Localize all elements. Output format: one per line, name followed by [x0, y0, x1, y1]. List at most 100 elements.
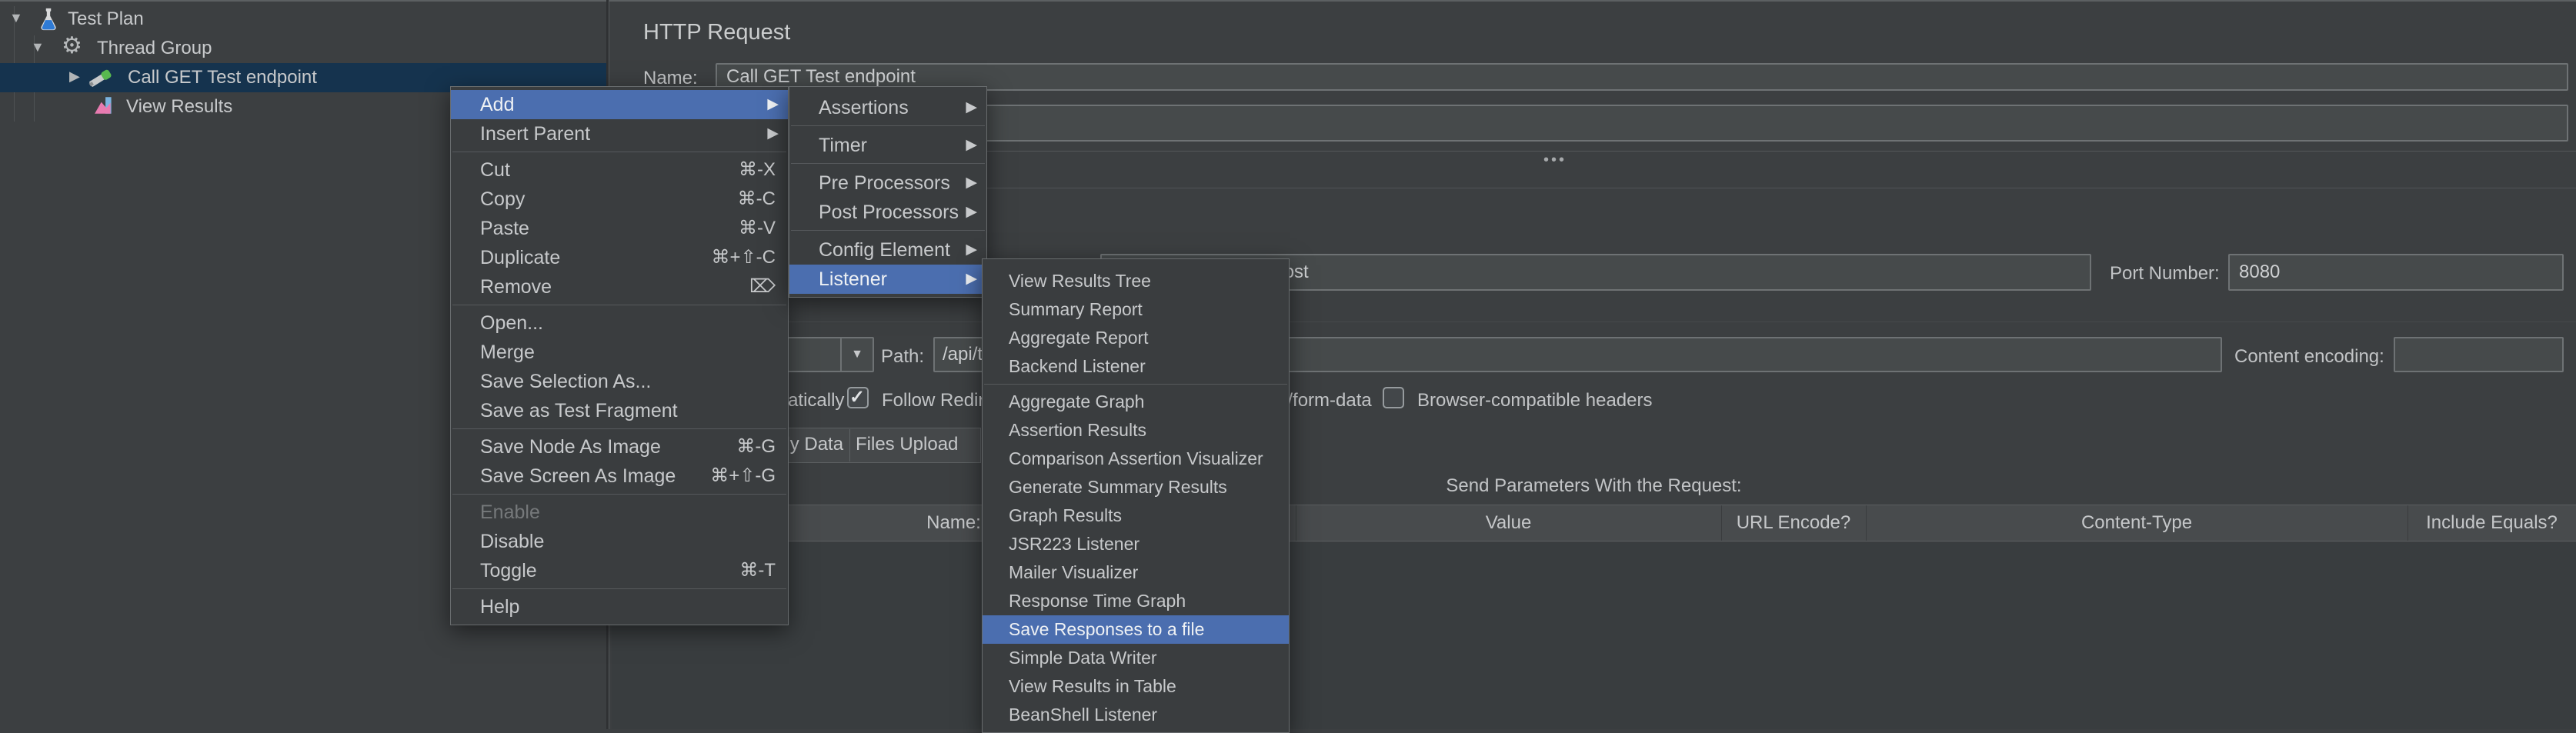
column-header-include-equals[interactable]: Include Equals?	[2407, 505, 2576, 541]
port-number-value: 8080	[2239, 262, 2280, 283]
menu-item-save-screen-as-image[interactable]: Save Screen As Image ⌘+⇧-G	[451, 461, 788, 491]
menu-item-toggle[interactable]: Toggle ⌘-T	[451, 556, 788, 585]
menu-item-aggregate-graph[interactable]: Aggregate Graph	[983, 388, 1289, 416]
column-header-content-type[interactable]: Content-Type	[1866, 505, 2407, 541]
tree-node-label: Thread Group	[97, 38, 212, 59]
menu-item-jsr223-listener[interactable]: JSR223 Listener	[983, 530, 1289, 558]
collapse-arrow-icon[interactable]: ▶	[69, 68, 80, 85]
menu-item-disable[interactable]: Disable	[451, 527, 788, 556]
sampler-icon	[88, 65, 114, 90]
shortcut-label: ⌘+⇧-C	[712, 243, 776, 272]
menu-item-save-selection-as[interactable]: Save Selection As...	[451, 367, 788, 396]
menu-item-assertion-results[interactable]: Assertion Results	[983, 416, 1289, 445]
menu-item-label: Generate Summary Results	[1009, 477, 1227, 497]
content-encoding-input[interactable]	[2394, 337, 2564, 372]
shortcut-label: ⌘-T	[739, 556, 776, 585]
context-menu: Add ▶ Insert Parent ▶ Cut ⌘-X Copy ⌘-C P…	[450, 86, 789, 625]
menu-item-label: Summary Report	[1009, 299, 1143, 319]
menu-item-paste[interactable]: Paste ⌘-V	[451, 214, 788, 243]
menu-item-copy[interactable]: Copy ⌘-C	[451, 185, 788, 214]
menu-item-config-element[interactable]: Config Element ▶	[789, 235, 986, 265]
menu-item-mailer-visualizer[interactable]: Mailer Visualizer	[983, 558, 1289, 587]
follow-redirects-checkbox[interactable]: ✓	[847, 387, 869, 408]
menu-item-save-node-as-image[interactable]: Save Node As Image ⌘-G	[451, 432, 788, 461]
port-number-input[interactable]: 8080	[2228, 254, 2564, 291]
menu-item-save-responses-to-a-file[interactable]: Save Responses to a file	[983, 615, 1289, 644]
menu-item-label: Simple Data Writer	[1009, 648, 1157, 668]
menu-item-label: BeanShell Listener	[1009, 705, 1157, 725]
menu-item-timer[interactable]: Timer ▶	[789, 131, 986, 160]
menu-item-save-as-test-fragment[interactable]: Save as Test Fragment	[451, 396, 788, 425]
column-header-value[interactable]: Value	[1296, 505, 1721, 541]
menu-item-help[interactable]: Help	[451, 592, 788, 621]
menu-item-backend-listener[interactable]: Backend Listener	[983, 352, 1289, 381]
tree-node-label: View Results	[126, 96, 232, 118]
menu-item-simple-data-writer[interactable]: Simple Data Writer	[983, 644, 1289, 672]
menu-item-open[interactable]: Open...	[451, 308, 788, 338]
menu-item-aggregate-report[interactable]: Aggregate Report	[983, 324, 1289, 352]
tree-node-label: Test Plan	[68, 8, 144, 30]
menu-item-label: Response Time Graph	[1009, 591, 1186, 611]
menu-item-label: Comparison Assertion Visualizer	[1009, 448, 1263, 468]
menu-item-label: Disable	[480, 531, 544, 552]
browser-compatible-headers-checkbox[interactable]	[1383, 387, 1404, 408]
menu-item-view-results-tree[interactable]: View Results Tree	[983, 267, 1289, 295]
content-encoding-label: Content encoding:	[2234, 346, 2384, 368]
column-divider	[1721, 505, 1722, 541]
submenu-arrow-icon: ▶	[966, 168, 977, 198]
menu-item-merge[interactable]: Merge	[451, 338, 788, 367]
menu-separator	[789, 227, 986, 235]
dropdown-arrow-button[interactable]: ▼	[840, 338, 873, 371]
gear-icon: ⚙	[62, 32, 82, 59]
menu-item-label: Pre Processors	[819, 172, 950, 194]
tree-node-label: Call GET Test endpoint	[128, 67, 317, 88]
tree-node-thread-group[interactable]: ▼ ⚙ Thread Group	[0, 34, 606, 63]
menu-item-generate-summary-results[interactable]: Generate Summary Results	[983, 473, 1289, 501]
menu-item-pre-processors[interactable]: Pre Processors ▶	[789, 168, 986, 198]
menu-item-view-results-in-table[interactable]: View Results in Table	[983, 672, 1289, 701]
menu-item-label: Save Responses to a file	[1009, 619, 1204, 639]
menu-item-remove[interactable]: Remove ⌦	[451, 272, 788, 302]
menu-item-label: View Results in Table	[1009, 676, 1176, 696]
delete-key-icon: ⌦	[749, 272, 776, 302]
menu-item-post-processors[interactable]: Post Processors ▶	[789, 198, 986, 227]
menu-item-label: Remove	[480, 276, 552, 298]
menu-item-summary-report[interactable]: Summary Report	[983, 295, 1289, 324]
submenu-arrow-icon: ▶	[966, 131, 977, 160]
submenu-arrow-icon: ▶	[966, 93, 977, 122]
menu-item-label: Merge	[480, 342, 535, 363]
menu-item-insert-parent[interactable]: Insert Parent ▶	[451, 119, 788, 148]
menu-item-response-time-graph[interactable]: Response Time Graph	[983, 587, 1289, 615]
menu-item-beanshell-listener[interactable]: BeanShell Listener	[983, 701, 1289, 729]
name-input[interactable]: Call GET Test endpoint	[716, 63, 2568, 91]
name-input-value: Call GET Test endpoint	[726, 66, 916, 88]
menu-item-label: Aggregate Report	[1009, 328, 1149, 348]
menu-item-label: Copy	[480, 188, 525, 210]
menu-item-cut[interactable]: Cut ⌘-X	[451, 155, 788, 185]
menu-item-label: Help	[480, 596, 519, 618]
add-submenu: Assertions ▶ Timer ▶ Pre Processors ▶ Po…	[789, 86, 987, 298]
tree-node-test-plan[interactable]: ▼ Test Plan	[0, 5, 606, 34]
menu-item-assertions[interactable]: Assertions ▶	[789, 93, 986, 122]
menu-item-label: Paste	[480, 218, 529, 239]
tab-files-upload[interactable]: Files Upload	[856, 434, 958, 455]
menu-item-label: Enable	[480, 501, 540, 523]
menu-item-comparison-assertion-visualizer[interactable]: Comparison Assertion Visualizer	[983, 445, 1289, 473]
comments-input[interactable]	[716, 105, 2568, 142]
menu-item-graph-results[interactable]: Graph Results	[983, 501, 1289, 530]
shortcut-label: ⌘-G	[736, 432, 776, 461]
submenu-arrow-icon: ▶	[966, 198, 977, 227]
menu-separator	[451, 425, 788, 432]
menu-separator	[451, 585, 788, 592]
splitter-grip-icon[interactable]: •••	[1543, 152, 1567, 169]
column-header-url-encode[interactable]: URL Encode?	[1721, 505, 1866, 541]
menu-item-listener[interactable]: Listener ▶	[789, 265, 986, 294]
menu-item-enable: Enable	[451, 498, 788, 527]
expand-arrow-icon[interactable]: ▼	[9, 10, 23, 26]
menu-item-add[interactable]: Add ▶	[451, 90, 788, 119]
menu-separator	[451, 302, 788, 308]
menu-item-duplicate[interactable]: Duplicate ⌘+⇧-C	[451, 243, 788, 272]
menu-item-label: Insert Parent	[480, 123, 590, 145]
expand-arrow-icon[interactable]: ▼	[31, 39, 45, 55]
parameters-table-body[interactable]	[612, 542, 2576, 729]
